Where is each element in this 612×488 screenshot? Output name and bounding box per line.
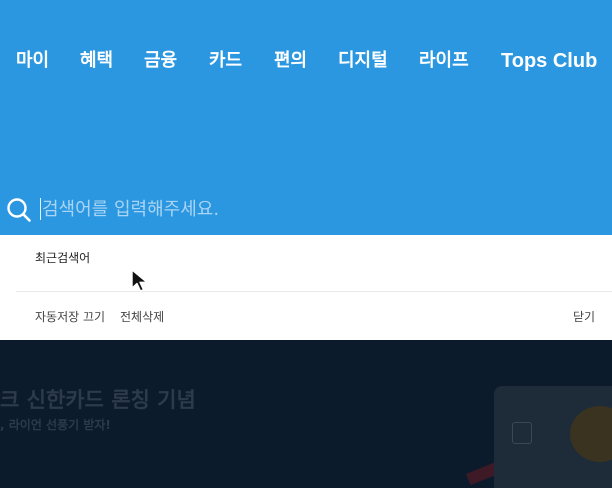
- header-bar: 마이 혜택 금융 카드 편의 디지털 라이프 Tops Club: [0, 0, 612, 235]
- auto-save-off-button[interactable]: 자동저장 끄기: [35, 308, 105, 325]
- card-chip-icon: [512, 422, 532, 444]
- promo-banner[interactable]: 크 신한카드 론칭 기념 , 라이언 선풍기 받자!: [0, 340, 612, 488]
- recent-search-title: 최근검색어: [35, 251, 91, 265]
- lion-character-icon: [570, 406, 612, 462]
- nav-item-life[interactable]: 라이프: [419, 47, 469, 75]
- mouse-cursor-icon: [131, 269, 148, 292]
- banner-subtitle: , 라이언 선풍기 받자!: [0, 418, 111, 432]
- search-icon[interactable]: [6, 197, 32, 223]
- card-image: [494, 386, 612, 488]
- recent-search-panel: 최근검색어 자동저장 끄기 전체삭제 닫기: [0, 235, 612, 340]
- main-nav: 마이 혜택 금융 카드 편의 디지털 라이프 Tops Club: [0, 47, 612, 75]
- nav-item-convenience[interactable]: 편의: [274, 47, 307, 75]
- banner-title: 크 신한카드 론칭 기념: [0, 388, 196, 412]
- delete-all-button[interactable]: 전체삭제: [120, 308, 164, 325]
- nav-item-digital[interactable]: 디지털: [338, 47, 388, 75]
- search-input[interactable]: [40, 194, 582, 224]
- search-bar: [0, 191, 612, 227]
- nav-item-my[interactable]: 마이: [16, 47, 49, 75]
- close-button[interactable]: 닫기: [573, 308, 595, 325]
- nav-item-finance[interactable]: 금융: [144, 47, 177, 75]
- nav-item-card[interactable]: 카드: [209, 47, 242, 75]
- divider: [16, 291, 612, 292]
- nav-item-benefits[interactable]: 혜택: [80, 47, 113, 75]
- nav-item-tops-club[interactable]: Tops Club: [501, 47, 597, 75]
